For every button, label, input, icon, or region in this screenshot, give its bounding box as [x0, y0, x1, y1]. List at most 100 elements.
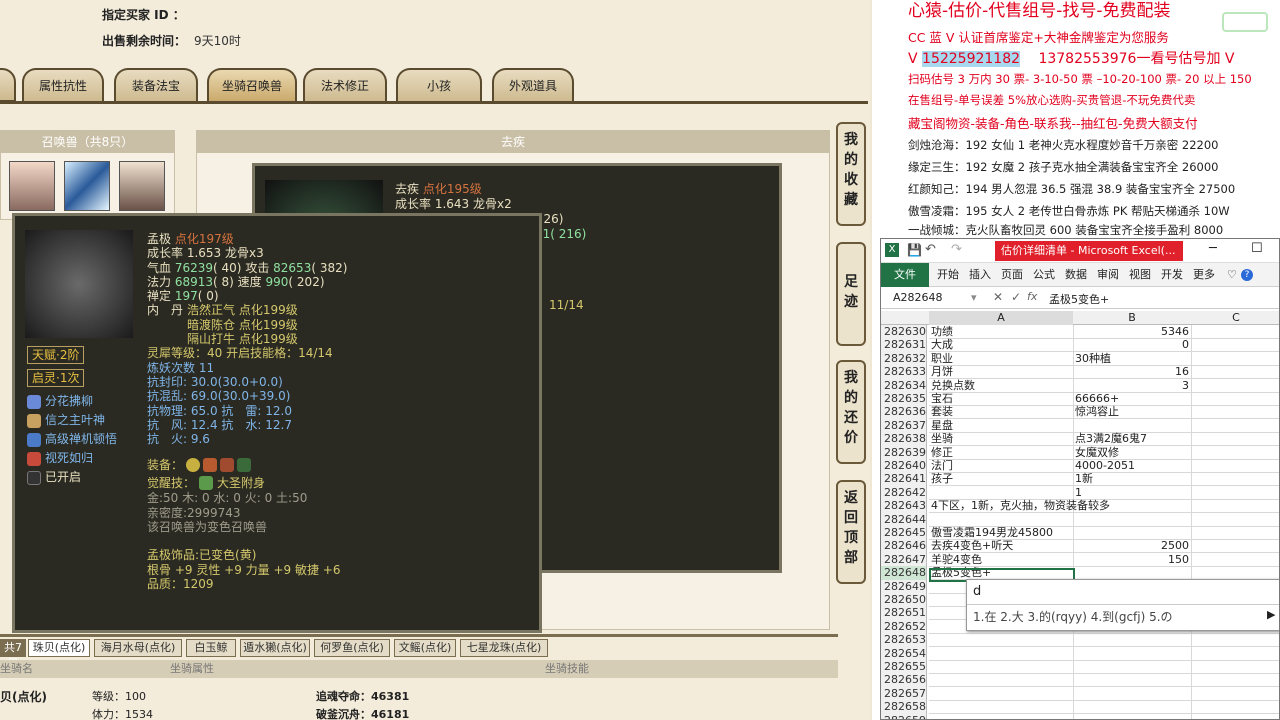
- col-header-b[interactable]: B: [1073, 311, 1191, 325]
- cell-a[interactable]: 孩子: [929, 472, 1073, 485]
- row-number[interactable]: 282639: [881, 445, 927, 459]
- back-to-top-button[interactable]: 返回顶部: [836, 480, 866, 584]
- row-number[interactable]: 282631: [881, 338, 927, 352]
- mount-tab[interactable]: 文鳐(点化): [394, 639, 456, 657]
- table-row[interactable]: 282631 大成 0: [881, 338, 1279, 353]
- cell-b[interactable]: 4000-2051: [1073, 459, 1191, 472]
- row-number[interactable]: 282638: [881, 432, 927, 446]
- tab-equipment[interactable]: 装备法宝: [114, 68, 198, 102]
- cell-b[interactable]: 16: [1073, 365, 1191, 378]
- tab-mount-pets[interactable]: 坐骑召唤兽: [207, 68, 297, 102]
- maximize-icon[interactable]: ☐: [1251, 241, 1263, 256]
- cell-b[interactable]: 0: [1073, 338, 1191, 351]
- table-row[interactable]: 282634 兑换点数 3: [881, 378, 1279, 393]
- skill-item[interactable]: 分花拂柳: [27, 392, 117, 411]
- cell-b[interactable]: 女魔双修: [1073, 446, 1191, 459]
- table-row[interactable]: 282640 法门 4000-2051: [881, 459, 1279, 473]
- row-number[interactable]: 282637: [881, 418, 927, 433]
- skill-item[interactable]: 已开启: [27, 468, 117, 487]
- undo-icon[interactable]: ↶: [925, 242, 936, 257]
- row-number[interactable]: 282636: [881, 405, 927, 419]
- cancel-icon[interactable]: ✕: [993, 290, 1003, 304]
- row-number[interactable]: 282641: [881, 472, 927, 486]
- formula-input[interactable]: 孟极5变色+: [1049, 291, 1109, 307]
- table-row[interactable]: 282630 功绩 5346: [881, 325, 1279, 339]
- col-header-c[interactable]: C: [1191, 311, 1279, 325]
- name-box[interactable]: A282648: [893, 291, 943, 304]
- table-row[interactable]: 282645 傲雪凌霜194男龙45800: [881, 526, 1279, 540]
- table-row[interactable]: 282638 坐骑 点3满2魔6鬼7: [881, 432, 1279, 447]
- cell-b[interactable]: 惊鸿容止: [1073, 405, 1191, 418]
- mount-tab[interactable]: 白玉鲸: [186, 639, 236, 657]
- next-page-icon[interactable]: ▶: [1267, 608, 1275, 621]
- menu-page[interactable]: 页面: [1001, 263, 1023, 287]
- row-number[interactable]: 282655: [881, 660, 927, 674]
- table-row[interactable]: 282642 1: [881, 485, 1279, 500]
- cell-a[interactable]: 月饼: [929, 365, 1073, 378]
- row-number[interactable]: 282642: [881, 485, 927, 500]
- cell-b[interactable]: 2500: [1073, 539, 1191, 552]
- equip-icon[interactable]: [220, 458, 235, 473]
- row-number[interactable]: 282646: [881, 539, 927, 553]
- cell-b[interactable]: 1新: [1073, 472, 1191, 485]
- skill-item[interactable]: 视死如归: [27, 449, 117, 468]
- cell-a[interactable]: 坐骑: [929, 432, 1073, 445]
- pet-avatar[interactable]: [9, 161, 55, 211]
- menu-view[interactable]: 视图: [1129, 263, 1151, 287]
- row-number[interactable]: 282633: [881, 365, 927, 379]
- table-row[interactable]: 282656: [881, 673, 1279, 688]
- row-number[interactable]: 282653: [881, 633, 927, 647]
- table-row[interactable]: 282636 套装 惊鸿容止: [881, 405, 1279, 420]
- pet-avatar[interactable]: [119, 161, 165, 211]
- minimize-icon[interactable]: ─: [1209, 241, 1217, 256]
- ime-input[interactable]: d: [973, 584, 981, 599]
- equip-icon[interactable]: [237, 458, 252, 473]
- sheet-grid[interactable]: 282630 功绩 5346 282631 大成 0 282632 职业 30种植 282633 月…: [881, 325, 1279, 719]
- skill-item[interactable]: 高级禅机顿悟: [27, 430, 117, 449]
- menu-formula[interactable]: 公式: [1033, 263, 1055, 287]
- mount-tab[interactable]: 何罗鱼(点化): [314, 639, 390, 657]
- equip-icon[interactable]: [186, 458, 201, 473]
- row-number[interactable]: 282657: [881, 686, 927, 701]
- menu-review[interactable]: 审阅: [1097, 263, 1119, 287]
- row-number[interactable]: 282651: [881, 606, 927, 620]
- row-number[interactable]: 282649: [881, 579, 927, 593]
- table-row[interactable]: 282659: [881, 713, 1279, 719]
- my-favorites-button[interactable]: 我的收藏: [836, 122, 866, 226]
- footprint-button[interactable]: 足迹: [836, 242, 866, 346]
- cell-a[interactable]: 修正: [929, 446, 1073, 459]
- table-row[interactable]: 282641 孩子 1新: [881, 472, 1279, 487]
- table-row[interactable]: 282655: [881, 660, 1279, 674]
- cell-a[interactable]: 法门: [929, 459, 1073, 472]
- cell-b[interactable]: 点3满2魔6鬼7: [1073, 432, 1191, 445]
- cell-a[interactable]: 星盘: [929, 419, 1073, 432]
- table-row[interactable]: 282654: [881, 646, 1279, 661]
- row-number[interactable]: 282645: [881, 526, 927, 540]
- row-number[interactable]: 282648: [881, 566, 927, 580]
- menu-home[interactable]: 开始: [937, 263, 959, 287]
- row-number[interactable]: 282654: [881, 646, 927, 660]
- cell-a[interactable]: 套装: [929, 405, 1073, 418]
- mount-tab[interactable]: 七星龙珠(点化): [460, 639, 548, 657]
- table-row[interactable]: 282643 4下区，1新，克火抽，物资装备较多: [881, 499, 1279, 514]
- table-row[interactable]: 282633 月饼 16: [881, 365, 1279, 380]
- tab-partial[interactable]: [0, 68, 16, 102]
- cell-a[interactable]: 功绩: [929, 325, 1073, 338]
- skill-item[interactable]: 信之主叶神: [27, 411, 117, 430]
- cell-a[interactable]: 4下区，1新，克火抽，物资装备较多: [929, 499, 1110, 512]
- row-number[interactable]: 282643: [881, 499, 927, 513]
- row-number[interactable]: 282644: [881, 512, 927, 526]
- row-number[interactable]: 282634: [881, 378, 927, 392]
- table-row[interactable]: 282635 宝石 66666+: [881, 392, 1279, 406]
- mount-tab[interactable]: 珠贝(点化): [28, 639, 90, 657]
- equip-icon[interactable]: [203, 458, 218, 473]
- cell-a[interactable]: 宝石: [929, 392, 1073, 405]
- fx-icon[interactable]: fx: [1027, 290, 1037, 303]
- menu-file[interactable]: 文件: [881, 263, 929, 287]
- table-row[interactable]: 282647 羊驼4变色 150: [881, 552, 1279, 567]
- row-number[interactable]: 282647: [881, 552, 927, 567]
- cell-a[interactable]: 大成: [929, 338, 1073, 351]
- cell-b[interactable]: 1: [1073, 486, 1191, 499]
- row-number[interactable]: 282635: [881, 392, 927, 406]
- cell-b[interactable]: 3: [1073, 379, 1191, 392]
